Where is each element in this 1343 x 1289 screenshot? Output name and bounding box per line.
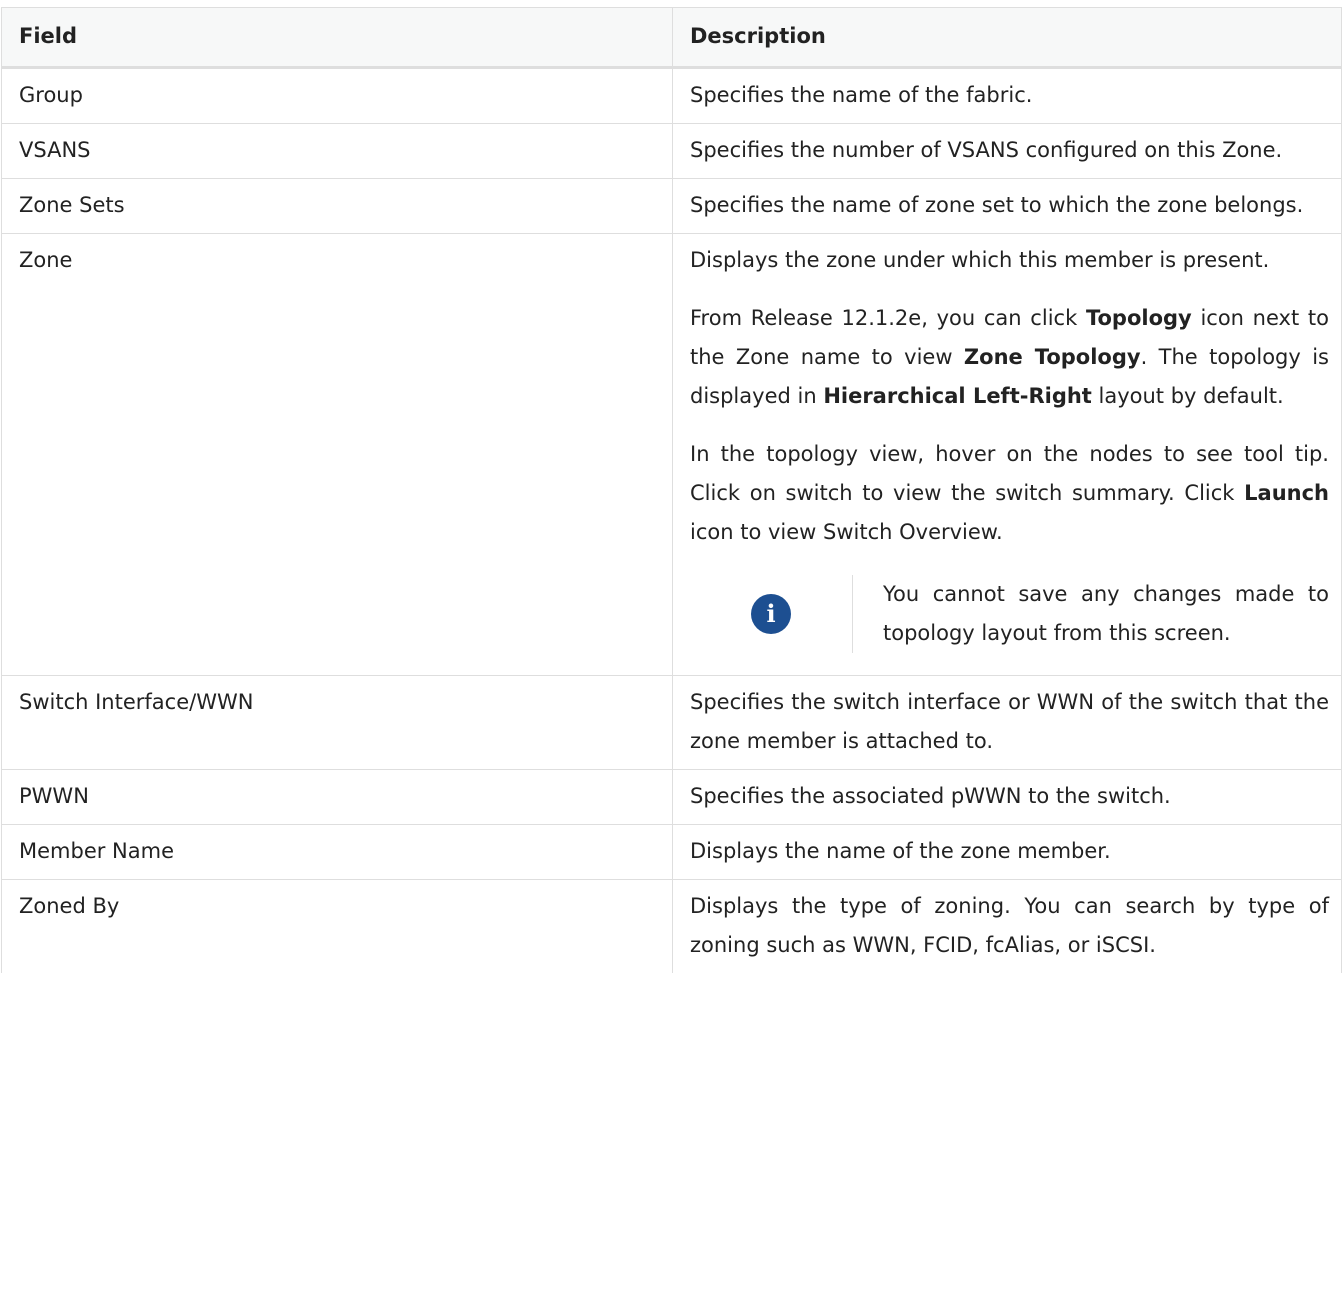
text: icon to view Switch Overview. — [690, 520, 1003, 544]
table-row: Zone Sets Specifies the name of zone set… — [1, 178, 1342, 234]
text: layout by default. — [1091, 384, 1284, 408]
text: From Release 12.1.2e, you can click — [690, 306, 1086, 330]
topology-bold: Topology — [1085, 306, 1192, 330]
description-cell: Displays the name of the zone member. — [672, 824, 1342, 880]
field-cell: Group — [1, 67, 673, 124]
header-description: Description — [672, 7, 1342, 69]
field-cell: Member Name — [1, 824, 673, 880]
table-row: Member Name Displays the name of the zon… — [1, 824, 1342, 880]
zone-topology-bold: Zone Topology — [963, 345, 1141, 369]
text: In the topology view, hover on the nodes… — [690, 442, 1329, 505]
header-field: Field — [1, 7, 673, 69]
hierarchical-left-right-bold: Hierarchical Left-Right — [823, 384, 1092, 408]
zone-desc-paragraph: Displays the zone under which this membe… — [690, 248, 1270, 272]
table-row: Group Specifies the name of the fabric. — [1, 67, 1342, 124]
description-cell: Specifies the name of the fabric. — [672, 67, 1342, 124]
description-cell: Specifies the associated pWWN to the swi… — [672, 769, 1342, 825]
field-cell: VSANS — [1, 123, 673, 179]
launch-bold: Launch — [1244, 481, 1329, 505]
table-row: PWWN Specifies the associated pWWN to th… — [1, 769, 1342, 825]
topology-view-paragraph: In the topology view, hover on the nodes… — [690, 435, 1329, 552]
zone-topology-paragraph: From Release 12.1.2e, you can click Topo… — [690, 299, 1329, 416]
table-row: Zoned By Displays the type of zoning. Yo… — [1, 879, 1342, 973]
field-cell: PWWN — [1, 769, 673, 825]
description-cell: Displays the zone under which this membe… — [672, 233, 1342, 676]
note-text: You cannot save any changes made to topo… — [883, 582, 1329, 645]
field-cell: Switch Interface/WWN — [1, 675, 673, 770]
description-cell: Specifies the number of VSANS configured… — [672, 123, 1342, 179]
note-icon-cell: i — [690, 575, 853, 653]
description-cell: Displays the type of zoning. You can sea… — [672, 879, 1342, 973]
note-box: i You cannot save any changes made to to… — [690, 575, 1329, 653]
field-description-table: Field Description Group Specifies the na… — [1, 7, 1342, 973]
description-cell: Specifies the name of zone set to which … — [672, 178, 1342, 234]
description-cell: Specifies the switch interface or WWN of… — [672, 675, 1342, 770]
info-icon: i — [751, 594, 791, 634]
field-cell: Zone — [1, 233, 673, 676]
table-row: Zone Displays the zone under which this … — [1, 233, 1342, 676]
table-row: VSANS Specifies the number of VSANS conf… — [1, 123, 1342, 179]
table-row: Switch Interface/WWN Specifies the switc… — [1, 675, 1342, 770]
field-cell: Zoned By — [1, 879, 673, 973]
field-cell: Zone Sets — [1, 178, 673, 234]
table-header-row: Field Description — [1, 7, 1342, 69]
